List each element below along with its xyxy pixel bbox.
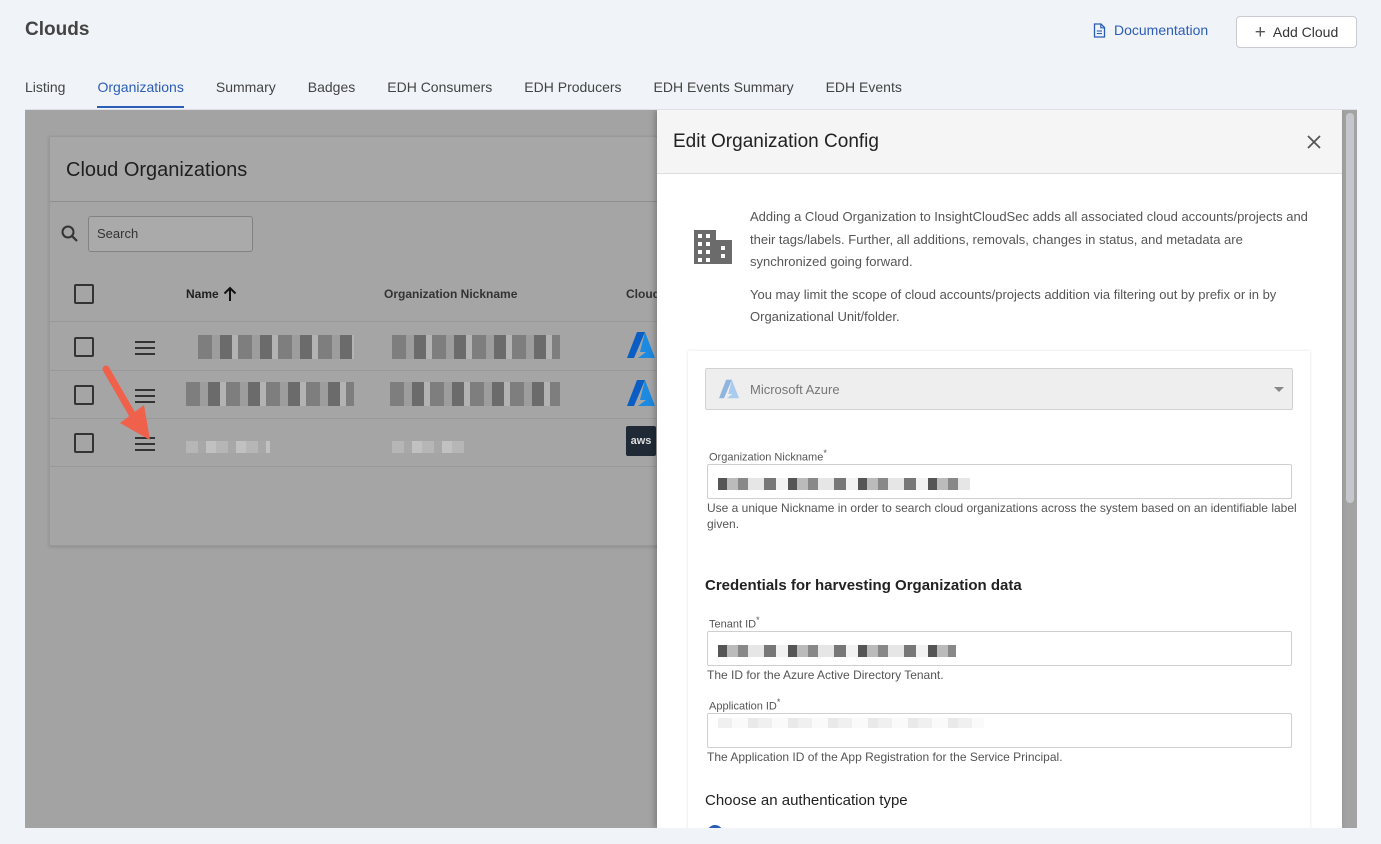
- row-checkbox[interactable]: [74, 433, 94, 453]
- edit-organization-panel: Edit Organization Config Adding a Cloud …: [657, 110, 1342, 828]
- tab-bar: Listing Organizations Summary Badges EDH…: [25, 79, 934, 108]
- tab-listing[interactable]: Listing: [25, 79, 65, 108]
- row-checkbox[interactable]: [74, 337, 94, 357]
- config-form: Microsoft Azure Organization Nickname* U…: [688, 351, 1310, 828]
- redacted-nickname: [392, 441, 464, 453]
- nickname-field[interactable]: [707, 464, 1292, 499]
- search-input[interactable]: Search: [88, 216, 253, 252]
- intro-paragraph-2: You may limit the scope of cloud account…: [750, 286, 1277, 325]
- tab-edh-producers[interactable]: EDH Producers: [524, 79, 621, 108]
- sort-ascending-icon: [223, 286, 236, 301]
- add-cloud-button[interactable]: + Add Cloud: [1236, 16, 1357, 48]
- tenant-id-label: Tenant ID*: [709, 615, 760, 631]
- modal-overlay[interactable]: Cloud Organizations Search Name Organiza…: [25, 110, 1357, 828]
- plus-icon: +: [1254, 21, 1266, 43]
- chevron-down-icon: [1274, 387, 1284, 392]
- credentials-title: Credentials for harvesting Organization …: [705, 577, 1022, 594]
- azure-logo: [626, 330, 656, 360]
- panel-header: Edit Organization Config: [657, 110, 1342, 174]
- close-icon: [1307, 134, 1321, 149]
- redacted-nickname: [392, 335, 560, 359]
- row-menu-icon[interactable]: [135, 341, 155, 355]
- provider-value: Microsoft Azure: [750, 381, 840, 397]
- redacted-value: [718, 718, 984, 728]
- auth-type-title: Choose an authentication type: [705, 792, 908, 809]
- azure-logo: [626, 378, 656, 408]
- select-all-checkbox[interactable]: [74, 284, 94, 304]
- application-id-help: The Application ID of the App Registrati…: [707, 750, 1063, 764]
- azure-icon: [719, 379, 739, 399]
- scrollbar[interactable]: [1346, 113, 1354, 503]
- redacted-nickname: [390, 382, 560, 406]
- column-header-cloud[interactable]: Cloud: [626, 287, 660, 301]
- aws-logo: aws: [626, 426, 656, 456]
- intro-text: Adding a Cloud Organization to InsightCl…: [750, 206, 1310, 339]
- page-title: Clouds: [25, 19, 90, 40]
- search-icon: [61, 225, 78, 242]
- auth-type-radio[interactable]: [707, 825, 723, 828]
- cloud-organizations-card: Cloud Organizations Search Name Organiza…: [49, 136, 750, 546]
- tab-edh-events[interactable]: EDH Events: [826, 79, 902, 108]
- documentation-link[interactable]: Documentation: [1093, 22, 1208, 38]
- tab-edh-events-summary[interactable]: EDH Events Summary: [654, 79, 794, 108]
- column-header-nickname[interactable]: Organization Nickname: [384, 287, 517, 301]
- red-arrow-annotation: [102, 365, 150, 440]
- nickname-label: Organization Nickname*: [709, 448, 827, 464]
- documentation-label: Documentation: [1114, 22, 1209, 38]
- redacted-value: [718, 645, 956, 657]
- tab-organizations[interactable]: Organizations: [97, 79, 184, 108]
- redacted-name: [186, 441, 270, 453]
- cloud-provider-select[interactable]: Microsoft Azure: [705, 368, 1293, 410]
- panel-title: Edit Organization Config: [673, 130, 879, 152]
- add-cloud-label: Add Cloud: [1272, 24, 1339, 40]
- intro-paragraph-1: Adding a Cloud Organization to InsightCl…: [750, 209, 1308, 269]
- redacted-name: [186, 382, 354, 406]
- column-header-name[interactable]: Name: [186, 286, 237, 302]
- nickname-help: Use a unique Nickname in order to search…: [707, 501, 1297, 531]
- redacted-value: [718, 478, 970, 490]
- tab-summary[interactable]: Summary: [216, 79, 276, 108]
- application-id-label: Application ID*: [709, 697, 781, 713]
- document-icon: [1093, 22, 1106, 38]
- tenant-id-help: The ID for the Azure Active Directory Te…: [707, 668, 944, 682]
- tab-badges[interactable]: Badges: [308, 79, 355, 108]
- close-button[interactable]: [1302, 130, 1326, 154]
- card-title: Cloud Organizations: [50, 137, 748, 202]
- search-row: Search: [60, 216, 253, 252]
- row-checkbox[interactable]: [74, 385, 94, 405]
- redacted-name: [198, 335, 354, 359]
- building-icon: [694, 230, 732, 264]
- application-id-field[interactable]: [707, 713, 1292, 748]
- tenant-id-field[interactable]: [707, 631, 1292, 666]
- tab-edh-consumers[interactable]: EDH Consumers: [387, 79, 492, 108]
